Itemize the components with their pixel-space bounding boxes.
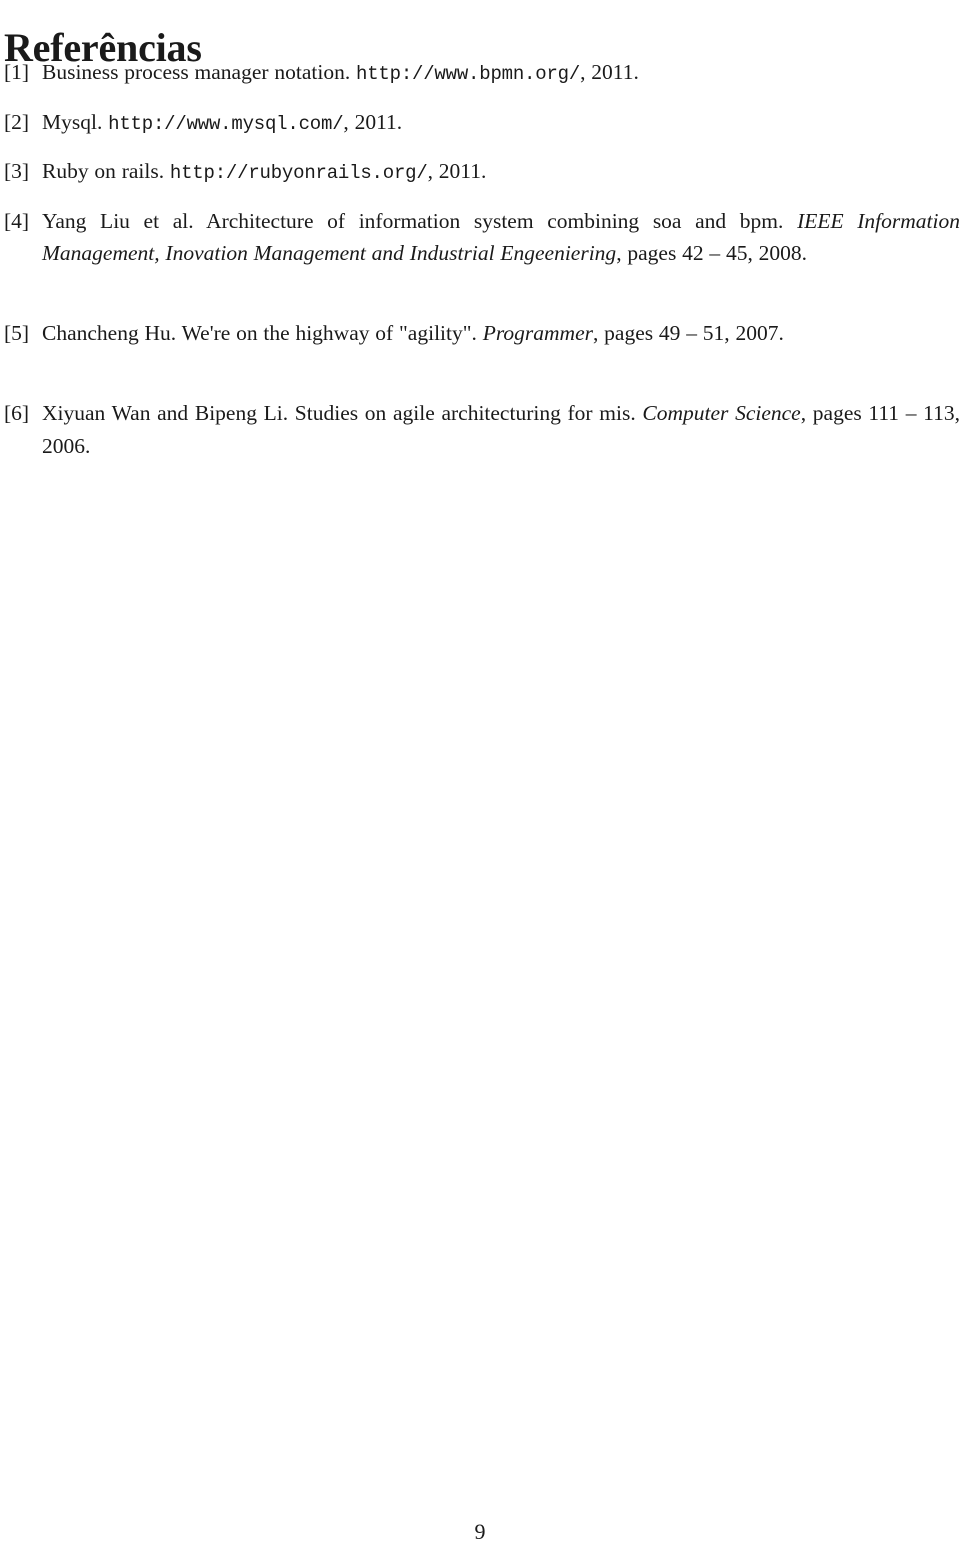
reference-entry: [6] Xiyuan Wan and Bipeng Li. Studies on… <box>0 397 960 495</box>
reference-title: Ruby on rails. <box>42 159 165 183</box>
reference-text: Yang Liu et al. Architecture of informat… <box>42 205 960 270</box>
reference-label: [2] <box>4 109 30 134</box>
reference-label: [3] <box>4 159 30 183</box>
reference-authors-title: Chancheng Hu. We're on the highway of "a… <box>42 321 477 345</box>
reference-entry: [3] Ruby on rails. http://rubyonrails.or… <box>0 155 960 190</box>
reference-text: Ruby on rails. http://rubyonrails.org/, … <box>42 155 960 190</box>
reference-label: [6] <box>4 401 30 425</box>
reference-text: Business process manager notation. http:… <box>42 56 960 91</box>
reference-authors-title: Xiyuan Wan and Bipeng Li. Studies on agi… <box>42 401 636 425</box>
reference-url[interactable]: http://rubyonrails.org/ <box>170 162 428 184</box>
reference-entry: [4] Yang Liu et al. Architecture of info… <box>0 205 960 303</box>
reference-venue: Computer Science <box>642 401 801 425</box>
reference-entry: [2] Mysql. http://www.mysql.com/, 2011. <box>0 106 960 141</box>
document-page: Referências [1] Business process manager… <box>0 0 960 1561</box>
reference-title: Business process manager notation. <box>42 60 351 84</box>
reference-year: , 2011. <box>343 109 403 134</box>
reference-pages-year: , pages 49 – 51, 2007. <box>593 321 784 345</box>
reference-text: Xiyuan Wan and Bipeng Li. Studies on agi… <box>42 397 960 462</box>
reference-text: Mysql. http://www.mysql.com/, 2011. <box>42 106 960 141</box>
reference-label: [1] <box>4 60 30 84</box>
reference-pages-year: , pages 42 – 45, 2008. <box>616 241 808 265</box>
reference-url[interactable]: http://www.mysql.com/ <box>108 113 343 135</box>
page-number: 9 <box>474 1519 486 1544</box>
reference-label: [5] <box>4 321 30 345</box>
reference-url[interactable]: http://www.bpmn.org/ <box>356 63 580 85</box>
reference-entry: [5] Chancheng Hu. We're on the highway o… <box>0 317 960 382</box>
reference-text: Chancheng Hu. We're on the highway of "a… <box>42 317 960 350</box>
reference-title: Mysql. <box>42 109 103 134</box>
bibliography-list: [1] Business process manager notation. h… <box>0 56 960 495</box>
reference-venue: Programmer <box>482 321 593 345</box>
reference-entry: [1] Business process manager notation. h… <box>0 56 960 91</box>
reference-year: , 2011. <box>427 159 487 183</box>
reference-authors-title: Yang Liu et al. Architecture of informat… <box>42 208 784 233</box>
reference-year: , 2011. <box>580 60 639 84</box>
reference-label: [4] <box>4 208 30 233</box>
